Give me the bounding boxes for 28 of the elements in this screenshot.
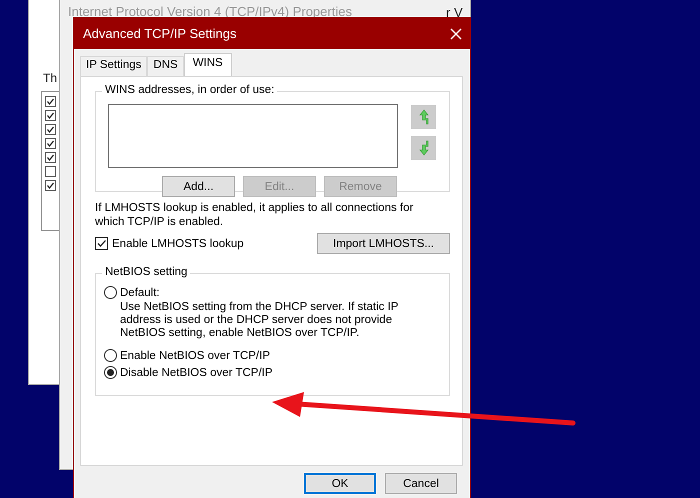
window-title: Internet Protocol Version 4 (TCP/IPv4) Properties	[68, 4, 352, 19]
tab[interactable]: IP Settings	[80, 56, 148, 76]
radio-button[interactable]	[104, 366, 117, 379]
label-fragment: r V	[446, 5, 463, 20]
info-text: If LMHOSTS lookup is enabled, it applies to all connections for which TCP/IP is enabled.	[95, 201, 414, 229]
dialog-title: Advanced TCP/IP Settings	[83, 26, 236, 41]
up-arrow-icon	[418, 109, 430, 125]
import-button[interactable]: Import LMHOSTS...	[317, 233, 450, 254]
tab[interactable]: DNS	[147, 56, 184, 76]
option-description: Use NetBIOS setting from the DHCP server. If static IP address is used or the DHCP server does not provide NetBIOS setting, enable NetBIOS over TCP/IP.	[120, 301, 400, 340]
radio-label: Enable NetBIOS over TCP/IP	[120, 350, 270, 362]
dialog-button[interactable]: OK	[304, 473, 376, 494]
tab[interactable]: WINS	[184, 53, 232, 76]
action-button[interactable]: Add...	[162, 176, 235, 197]
dialog-button[interactable]: Cancel	[385, 473, 457, 494]
address-list[interactable]	[108, 104, 398, 168]
close-icon	[450, 28, 462, 40]
group-label: NetBIOS setting	[102, 266, 190, 278]
radio-label: Disable NetBIOS over TCP/IP	[120, 366, 273, 378]
check-icon	[96, 238, 107, 249]
group-label: WINS addresses, in order of use:	[102, 84, 278, 96]
down-arrow-icon	[418, 140, 430, 156]
label-fragment: Th	[43, 71, 58, 85]
checkbox-label: Enable LMHOSTS lookup	[112, 238, 244, 250]
checkbox[interactable]	[95, 237, 108, 250]
radio-button[interactable]	[104, 286, 117, 299]
radio-button[interactable]	[104, 349, 117, 362]
radio-label: Default:	[120, 286, 160, 298]
